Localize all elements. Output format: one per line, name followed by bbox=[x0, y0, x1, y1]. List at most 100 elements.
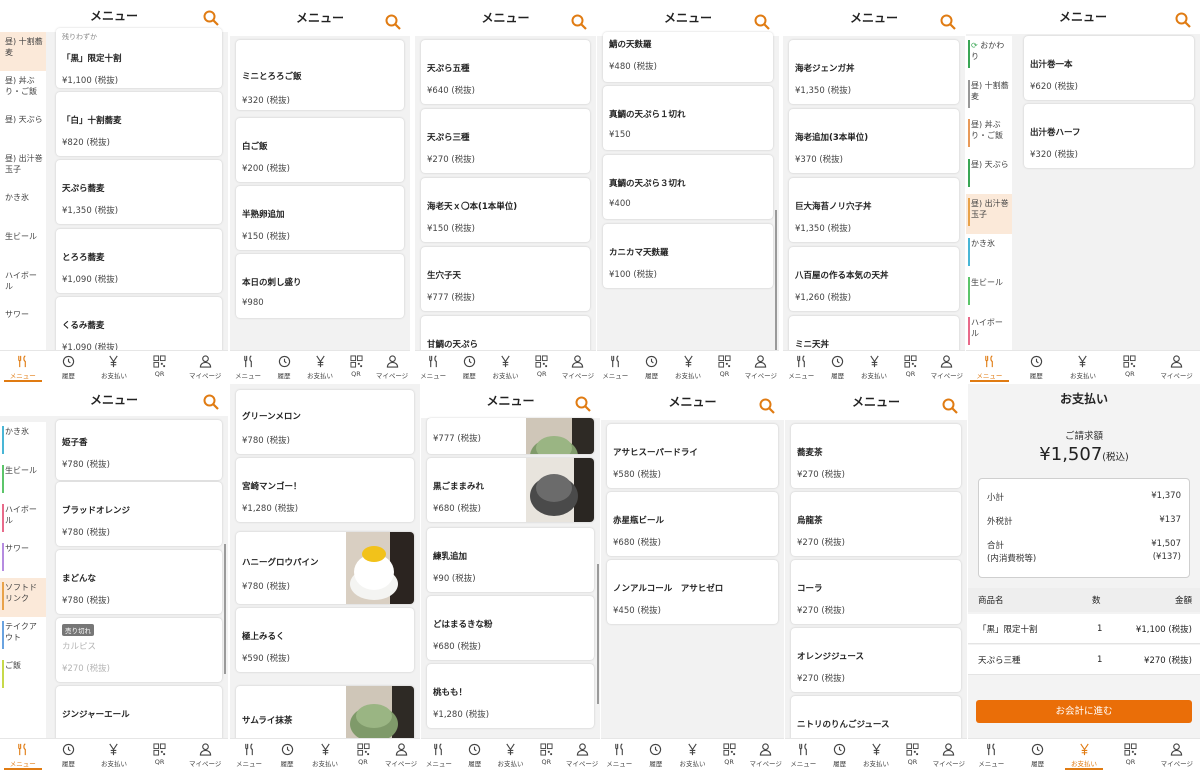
menu-item-card[interactable]: コーラ ¥270 (税抜) bbox=[791, 560, 961, 624]
menu-item-card[interactable]: 真鯛の天ぷら１切れ ¥150 bbox=[603, 86, 773, 150]
tab-history[interactable]: 履歴 bbox=[46, 739, 92, 770]
tab-person[interactable]: マイページ bbox=[929, 351, 965, 382]
sidebar-category-item[interactable]: かき氷 bbox=[0, 422, 46, 461]
tab-person[interactable]: マイページ bbox=[182, 351, 228, 382]
scrollbar[interactable] bbox=[597, 564, 599, 704]
sidebar-category-item[interactable]: サワー bbox=[0, 539, 46, 578]
tab-yen[interactable]: お支払い bbox=[858, 739, 894, 770]
tab-yen[interactable]: お支払い bbox=[1060, 351, 1107, 382]
tab-person[interactable]: マイページ bbox=[743, 351, 779, 382]
sidebar-category-item[interactable]: ソフトドリンク bbox=[0, 578, 46, 617]
menu-item-card[interactable]: オレンジジュース ¥270 (税抜) bbox=[791, 628, 961, 692]
tab-qr[interactable]: QR bbox=[1106, 351, 1153, 382]
tab-qr[interactable]: QR bbox=[524, 351, 560, 382]
menu-item-card[interactable]: カニカマ天麩羅 ¥100 (税抜) bbox=[603, 224, 773, 288]
tab-menu[interactable]: メニュー bbox=[230, 351, 266, 382]
menu-item-card[interactable]: 出汁巻一本 ¥620 (税抜) bbox=[1024, 36, 1194, 100]
sidebar-category-item[interactable]: 昼) 十割蕎麦 bbox=[966, 76, 1012, 116]
menu-item-card[interactable]: 鯖の天麩羅 ¥480 (税抜) bbox=[603, 32, 773, 82]
tab-qr[interactable]: QR bbox=[528, 739, 564, 770]
tab-yen[interactable]: お支払い bbox=[493, 739, 529, 770]
sidebar-category-item[interactable]: 生ビール bbox=[966, 273, 1012, 313]
tab-qr[interactable]: QR bbox=[137, 351, 183, 382]
menu-item-card[interactable]: 巨大海苔ノリ穴子丼 ¥1,350 (税抜) bbox=[789, 178, 959, 242]
tab-menu[interactable]: メニュー bbox=[968, 739, 1014, 770]
menu-item-card[interactable]: ブラッドオレンジ ¥780 (税抜) bbox=[56, 482, 222, 546]
menu-item-card[interactable]: 極上みるく ¥590 (税抜) bbox=[236, 608, 414, 672]
sidebar-category-item[interactable]: 生ビール bbox=[0, 227, 46, 266]
tab-yen[interactable]: お支払い bbox=[91, 739, 137, 770]
menu-item-card[interactable]: ミニとろろご飯 ¥320 (税抜) bbox=[236, 40, 404, 110]
tab-history[interactable]: 履歴 bbox=[1013, 351, 1060, 382]
tab-qr[interactable]: QR bbox=[711, 739, 748, 770]
scrollbar[interactable] bbox=[775, 210, 777, 350]
sidebar-category-item[interactable]: サワー bbox=[0, 305, 46, 344]
tab-menu[interactable]: メニュー bbox=[415, 351, 451, 382]
sidebar-category-item[interactable]: ご飯 bbox=[0, 656, 46, 695]
sidebar-category-item[interactable]: かき氷 bbox=[966, 234, 1012, 274]
tab-history[interactable]: 履歴 bbox=[457, 739, 493, 770]
menu-item-card[interactable]: 姫子香 ¥780 (税抜) bbox=[56, 420, 222, 480]
tab-menu[interactable]: メニュー bbox=[0, 739, 46, 770]
tab-yen[interactable]: お支払い bbox=[856, 351, 892, 382]
tab-menu[interactable]: メニュー bbox=[601, 739, 638, 770]
tab-person[interactable]: マイページ bbox=[1154, 739, 1200, 770]
menu-item-card[interactable]: とろろ蕎麦 ¥1,090 (税抜) bbox=[56, 229, 222, 293]
tab-menu[interactable]: メニュー bbox=[785, 739, 821, 770]
menu-item-card[interactable]: 「白」十割蕎麦 ¥820 (税抜) bbox=[56, 92, 222, 156]
menu-item-card[interactable]: ハニーグロウパイン ¥780 (税抜) bbox=[236, 532, 414, 604]
menu-item-card[interactable]: アサヒスーパードライ ¥580 (税抜) bbox=[607, 424, 778, 488]
tab-qr[interactable]: QR bbox=[1107, 739, 1153, 770]
menu-item-card[interactable]: 赤星瓶ビール ¥680 (税抜) bbox=[607, 492, 778, 556]
menu-item-card[interactable]: 天ぷら三種 ¥270 (税抜) bbox=[421, 109, 590, 173]
sidebar-category-item[interactable]: 昼) 出汁巻玉子 bbox=[966, 194, 1012, 234]
menu-item-card[interactable]: 黒ごままみれ ¥680 (税抜) bbox=[427, 458, 594, 522]
tab-menu[interactable]: メニュー bbox=[230, 739, 268, 770]
sidebar-category-item[interactable]: ハイボール bbox=[966, 313, 1012, 353]
menu-item-card[interactable]: 天ぷら五種 ¥640 (税抜) bbox=[421, 40, 590, 104]
tab-qr[interactable]: QR bbox=[706, 351, 742, 382]
menu-item-card[interactable]: 海老追加(3本単位) ¥370 (税抜) bbox=[789, 109, 959, 173]
menu-item-card[interactable]: ノンアルコール アサヒゼロ ¥450 (税抜) bbox=[607, 560, 778, 624]
tab-history[interactable]: 履歴 bbox=[451, 351, 487, 382]
tab-qr[interactable]: QR bbox=[338, 351, 374, 382]
tab-history[interactable]: 履歴 bbox=[819, 351, 855, 382]
sidebar-category-item[interactable]: かき氷 bbox=[0, 188, 46, 227]
sidebar-category-item[interactable]: ハイボール bbox=[0, 500, 46, 539]
tab-qr[interactable]: QR bbox=[137, 739, 183, 770]
tab-yen[interactable]: お支払い bbox=[487, 351, 523, 382]
menu-item-card[interactable]: 練乳追加 ¥90 (税抜) bbox=[427, 528, 594, 592]
menu-item-card[interactable]: 半熟卵追加 ¥150 (税抜) bbox=[236, 186, 404, 250]
tab-yen[interactable]: お支払い bbox=[302, 351, 338, 382]
menu-item-card[interactable]: まどんな ¥780 (税抜) bbox=[56, 550, 222, 614]
tab-person[interactable]: マイページ bbox=[182, 739, 228, 770]
tab-history[interactable]: 履歴 bbox=[633, 351, 669, 382]
menu-item-card[interactable]: ¥777 (税抜) bbox=[427, 418, 594, 454]
tab-history[interactable]: 履歴 bbox=[821, 739, 857, 770]
tab-person[interactable]: マイページ bbox=[382, 739, 420, 770]
sidebar-category-item[interactable]: 昼) 出汁巻玉子 bbox=[0, 149, 46, 188]
sidebar-category-item[interactable]: 生ビール bbox=[0, 461, 46, 500]
tab-person[interactable]: マイページ bbox=[560, 351, 596, 382]
menu-item-card[interactable]: 白ご飯 ¥200 (税抜) bbox=[236, 118, 404, 182]
menu-item-card[interactable]: 売り切れ カルピス ¥270 (税抜) bbox=[56, 618, 222, 682]
menu-item-card[interactable]: 真鯛の天ぷら３切れ ¥400 bbox=[603, 155, 773, 219]
menu-item-card[interactable]: グリーンメロン ¥780 (税抜) bbox=[236, 390, 414, 454]
tab-person[interactable]: マイページ bbox=[931, 739, 967, 770]
tab-person[interactable]: マイページ bbox=[1153, 351, 1200, 382]
tab-menu[interactable]: メニュー bbox=[597, 351, 633, 382]
sidebar-category-item[interactable]: ⟳ おかわり bbox=[966, 36, 1012, 76]
sidebar-category-item[interactable]: 昼) 丼ぶり・ご飯 bbox=[966, 115, 1012, 155]
tab-qr[interactable]: QR bbox=[892, 351, 928, 382]
proceed-to-checkout-button[interactable]: お会計に進む bbox=[976, 700, 1192, 723]
tab-menu[interactable]: メニュー bbox=[0, 351, 46, 382]
menu-item-card[interactable]: 海老ジェンガ丼 ¥1,350 (税抜) bbox=[789, 40, 959, 104]
tab-menu[interactable]: メニュー bbox=[966, 351, 1013, 382]
tab-history[interactable]: 履歴 bbox=[266, 351, 302, 382]
tab-person[interactable]: マイページ bbox=[374, 351, 410, 382]
menu-item-card[interactable]: 出汁巻ハーフ ¥320 (税抜) bbox=[1024, 104, 1194, 168]
sidebar-category-item[interactable]: 昼) 十割蕎麦 bbox=[0, 32, 46, 71]
menu-item-card[interactable]: 蕎麦茶 ¥270 (税抜) bbox=[791, 424, 961, 488]
tab-qr[interactable]: QR bbox=[344, 739, 382, 770]
menu-item-card[interactable]: どはまるきな粉 ¥680 (税抜) bbox=[427, 596, 594, 660]
